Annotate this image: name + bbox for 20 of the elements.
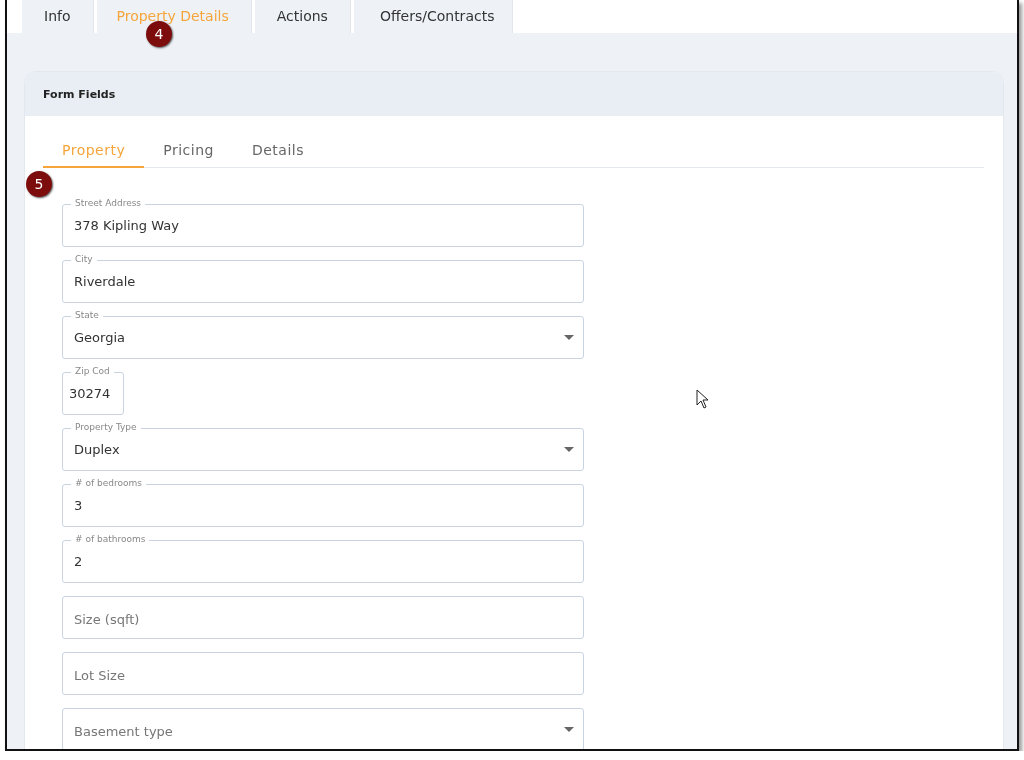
caret-icon[interactable]	[564, 335, 574, 340]
field-label: Property Type	[71, 422, 141, 433]
mouse-cursor-icon	[696, 389, 710, 409]
tab[interactable]: Details	[232, 133, 323, 168]
field-label: Street Address	[71, 198, 146, 209]
dropdown-field[interactable]: Basement type	[62, 708, 584, 749]
field-label: # of bathrooms	[71, 534, 150, 545]
field-label: City	[71, 254, 97, 265]
input-field[interactable]: Lot Size	[62, 652, 584, 695]
caret-icon[interactable]	[564, 727, 574, 732]
tab[interactable]: Pricing	[144, 133, 233, 168]
caret-icon[interactable]	[564, 447, 574, 452]
field-label: Zip Cod	[71, 366, 114, 377]
field-label: State	[71, 310, 103, 321]
tab[interactable]: Info	[22, 0, 94, 33]
tab[interactable]: Actions	[254, 0, 351, 33]
field-label: # of bedrooms	[71, 478, 146, 489]
input-field[interactable]: Size (sqft)	[62, 596, 584, 639]
tab[interactable]: Offers/Contracts	[353, 0, 514, 33]
card-title: Form Fields	[25, 72, 1003, 116]
